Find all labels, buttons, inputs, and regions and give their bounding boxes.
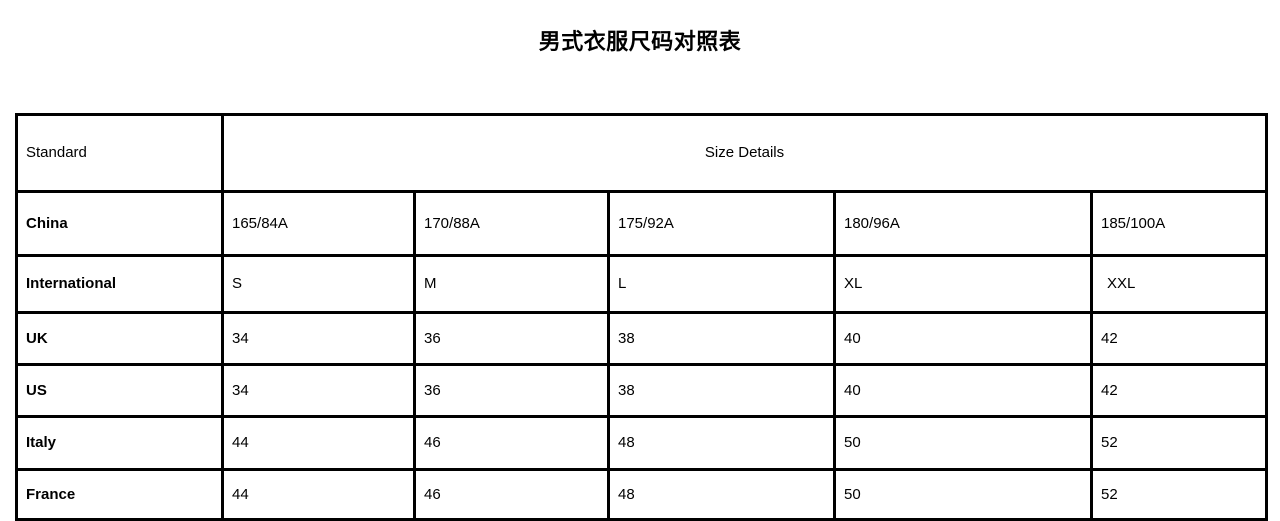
table-row: France 44 46 48 50 52 (15, 468, 1269, 521)
row-label-uk: UK (15, 311, 224, 366)
cell-uk-2: 36 (413, 311, 610, 366)
cell-international-2: M (413, 254, 610, 314)
cell-france-1: 44 (221, 468, 416, 521)
cell-us-1: 34 (221, 363, 416, 418)
row-label-france: France (15, 468, 224, 521)
row-label-china: China (15, 190, 224, 257)
cell-china-5: 185/100A (1089, 190, 1269, 257)
cell-italy-1: 44 (221, 415, 416, 471)
cell-china-2: 170/88A (413, 190, 610, 257)
cell-italy-2: 46 (413, 415, 610, 471)
cell-france-3: 48 (607, 468, 836, 521)
table-row: US 34 36 38 40 42 (15, 363, 1269, 418)
size-chart-table: Standard Size Details China 165/84A 170/… (15, 113, 1269, 521)
header-standard: Standard (15, 113, 224, 193)
cell-france-2: 46 (413, 468, 610, 521)
table-header-row: Standard Size Details (15, 113, 1269, 193)
page-root: 男式衣服尺码对照表 Standard Size Details China 16… (0, 0, 1280, 521)
cell-uk-4: 40 (833, 311, 1093, 366)
table-row: International S M L XL XXL (15, 254, 1269, 314)
cell-china-4: 180/96A (833, 190, 1093, 257)
cell-uk-1: 34 (221, 311, 416, 366)
cell-uk-5: 42 (1089, 311, 1269, 366)
cell-international-1: S (221, 254, 416, 314)
table-row: Italy 44 46 48 50 52 (15, 415, 1269, 471)
cell-uk-3: 38 (607, 311, 836, 366)
cell-france-5: 52 (1089, 468, 1269, 521)
page-title: 男式衣服尺码对照表 (538, 29, 742, 54)
cell-international-3: L (607, 254, 836, 314)
cell-italy-4: 50 (833, 415, 1093, 471)
cell-france-4: 50 (833, 468, 1093, 521)
cell-italy-3: 48 (607, 415, 836, 471)
cell-china-1: 165/84A (221, 190, 416, 257)
cell-international-5: XXL (1089, 254, 1269, 314)
cell-us-4: 40 (833, 363, 1093, 418)
cell-italy-5: 52 (1089, 415, 1269, 471)
cell-us-3: 38 (607, 363, 836, 418)
header-size-details: Size Details (220, 113, 1269, 193)
cell-us-5: 42 (1089, 363, 1269, 418)
row-label-us: US (15, 363, 224, 418)
row-label-international: International (15, 254, 224, 314)
cell-us-2: 36 (413, 363, 610, 418)
table-row: China 165/84A 170/88A 175/92A 180/96A 18… (15, 190, 1269, 257)
cell-international-4: XL (833, 254, 1093, 314)
cell-china-3: 175/92A (607, 190, 836, 257)
table-row: UK 34 36 38 40 42 (15, 311, 1269, 366)
row-label-italy: Italy (15, 415, 224, 471)
